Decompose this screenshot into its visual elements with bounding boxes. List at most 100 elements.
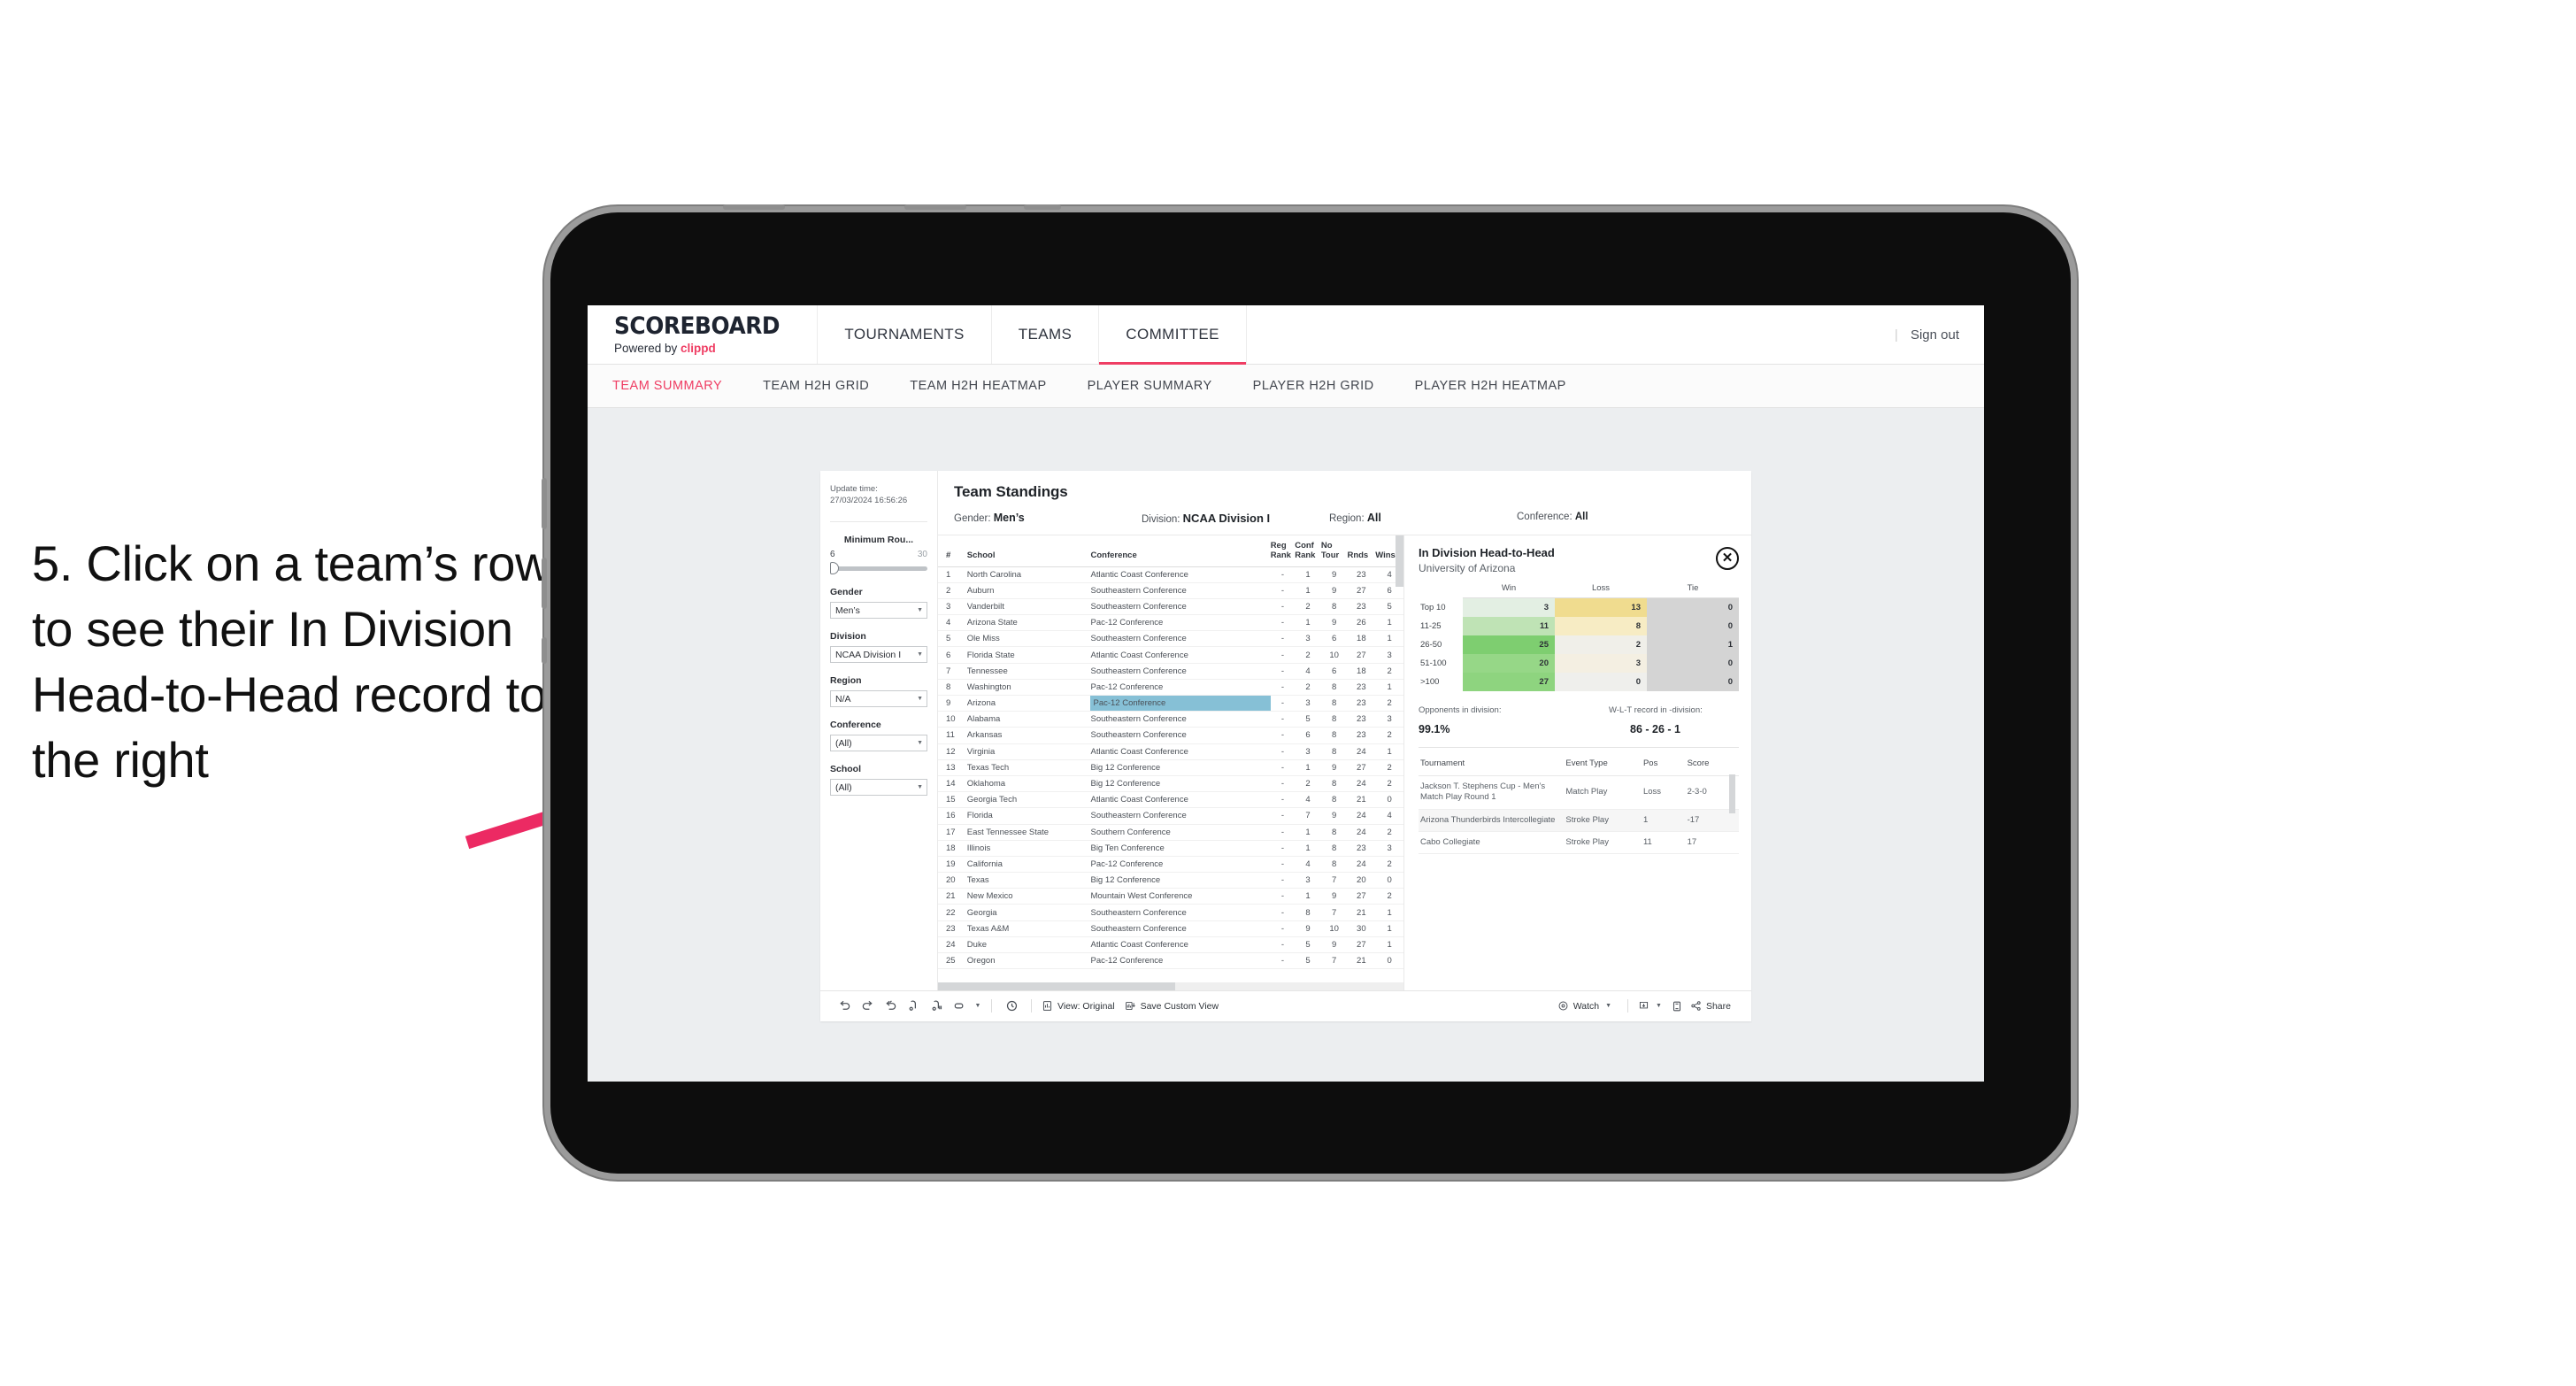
heatmap-cell[interactable]: 13 — [1555, 597, 1647, 617]
table-row[interactable]: 16 Florida Southeastern Conference -7 9 24 4 — [938, 807, 1403, 825]
heatmap-cell[interactable]: 20 — [1463, 653, 1555, 673]
standings-hscroll-thumb[interactable] — [938, 982, 1175, 990]
heatmap-cell[interactable]: 1 — [1647, 635, 1739, 654]
heatmap-cell[interactable]: 11 — [1463, 616, 1555, 635]
table-row[interactable]: 9 Arizona Pac-12 Conference -3 8 23 2 — [938, 695, 1403, 712]
revert-icon[interactable] — [879, 997, 902, 1016]
standings-cell-no-tour: 7 — [1320, 952, 1348, 970]
division-select[interactable]: NCAA Division I ▼ — [830, 646, 927, 664]
top-nav-items: TOURNAMENTS TEAMS COMMITTEE — [818, 305, 1247, 365]
nav-item-committee[interactable]: COMMITTEE — [1099, 305, 1247, 365]
table-row[interactable]: 25 Oregon Pac-12 Conference -5 7 21 0 — [938, 952, 1403, 970]
heatmap-cell[interactable]: 0 — [1555, 672, 1647, 691]
standings-horizontal-scrollbar[interactable] — [938, 982, 1403, 990]
standings-cell-conference: Big 12 Conference — [1090, 872, 1271, 889]
standings-vertical-scrollbar[interactable] — [1396, 535, 1403, 587]
standings-cell-reg-rank: - — [1270, 920, 1296, 937]
standings-cell-conf-rank: 8 — [1295, 904, 1321, 921]
table-row[interactable]: 2 Auburn Southeastern Conference -1 9 27 6 — [938, 582, 1403, 599]
standings-cell-rnds: 27 — [1347, 646, 1376, 664]
heatmap-cell[interactable]: 0 — [1647, 597, 1739, 617]
table-row[interactable]: 14 Oklahoma Big 12 Conference -2 8 24 2 — [938, 775, 1403, 793]
tab-team-h2h-grid[interactable]: TEAM H2H GRID — [763, 379, 890, 393]
tab-team-h2h-heatmap[interactable]: TEAM H2H HEATMAP — [910, 379, 1067, 393]
table-row[interactable]: 8 Washington Pac-12 Conference -2 8 23 1 — [938, 679, 1403, 697]
tab-player-summary[interactable]: PLAYER SUMMARY — [1088, 379, 1234, 393]
heatmap-cell[interactable]: 3 — [1555, 653, 1647, 673]
standings-cell-school: Florida — [966, 807, 1091, 825]
tournament-header-row: Tournament Event Type Pos Score — [1419, 751, 1739, 776]
slider-knob[interactable] — [830, 562, 839, 575]
close-icon[interactable]: ✕ — [1716, 546, 1739, 570]
view-original-button[interactable]: View: Original — [1040, 1000, 1123, 1012]
shape-dropdown-caret[interactable]: ▼ — [971, 997, 983, 1016]
nav-item-tournaments[interactable]: TOURNAMENTS — [818, 305, 992, 364]
heatmap-cell[interactable]: 0 — [1647, 672, 1739, 691]
table-row[interactable]: 11 Arkansas Southeastern Conference -6 8 23 2 — [938, 727, 1403, 744]
download-button[interactable]: ▼ — [1636, 1000, 1665, 1012]
table-row[interactable]: 15 Georgia Tech Atlantic Coast Conference -… — [938, 791, 1403, 809]
standings-cell-conf-rank: 4 — [1295, 856, 1321, 874]
brand-logo[interactable]: SCOREBOARD Powered by clippd — [588, 305, 819, 364]
conference-select[interactable]: (All) ▼ — [830, 735, 927, 752]
table-row[interactable]: 17 East Tennessee State Southern Conferenc… — [938, 824, 1403, 841]
table-row[interactable]: 22 Georgia Southeastern Conference -8 7 21 1 — [938, 904, 1403, 921]
nav-item-teams[interactable]: TEAMS — [992, 305, 1100, 364]
table-row[interactable]: 1 North Carolina Atlantic Coast Conference… — [938, 566, 1403, 583]
redo-icon[interactable] — [856, 997, 879, 1016]
standings-cell-rank: 23 — [938, 920, 967, 937]
heatmap-cell[interactable]: 0 — [1647, 653, 1739, 673]
standings-scroll-area[interactable]: # School Conference Reg Rank Conf Rank No T… — [938, 535, 1403, 982]
heatmap-cell[interactable]: 8 — [1555, 616, 1647, 635]
tab-player-h2h-heatmap[interactable]: PLAYER H2H HEATMAP — [1415, 379, 1588, 393]
tournament-vertical-scrollbar[interactable] — [1729, 774, 1735, 813]
table-row[interactable]: 13 Texas Tech Big 12 Conference -1 9 27 2 — [938, 759, 1403, 776]
fullscreen-icon[interactable] — [1665, 997, 1688, 1016]
refresh-icon[interactable] — [902, 997, 925, 1016]
table-row[interactable]: 10 Alabama Southeastern Conference -5 8 23 3 — [938, 711, 1403, 728]
list-item[interactable]: Jackson T. Stephens Cup - Men’s Match Pl… — [1419, 775, 1739, 810]
heatmap-cell[interactable]: 0 — [1647, 616, 1739, 635]
school-select[interactable]: (All) ▼ — [830, 779, 927, 797]
table-row[interactable]: 23 Texas A&M Southeastern Conference -9 10 30… — [938, 920, 1403, 937]
standings-cell-conf-rank: 4 — [1295, 791, 1321, 809]
table-row[interactable]: 7 Tennessee Southeastern Conference -4 6 18 2 — [938, 663, 1403, 680]
list-item[interactable]: Cabo Collegiate Stroke Play 11 17 — [1419, 831, 1739, 855]
heatmap-row-label: 11-25 — [1419, 616, 1463, 635]
standings-cell-school: North Carolina — [966, 566, 1091, 583]
tab-player-h2h-grid[interactable]: PLAYER H2H GRID — [1253, 379, 1396, 393]
table-row[interactable]: 3 Vanderbilt Southeastern Conference -2 8 23 5 — [938, 598, 1403, 616]
list-item[interactable]: Arizona Thunderbirds Intercollegiate Stro… — [1419, 809, 1739, 832]
table-row[interactable]: 20 Texas Big 12 Conference -3 7 20 0 — [938, 872, 1403, 889]
table-row[interactable]: 6 Florida State Atlantic Coast Conference -… — [938, 646, 1403, 664]
heatmap-cell[interactable]: 25 — [1463, 635, 1555, 654]
shape-icon[interactable] — [948, 997, 971, 1016]
min-rounds-slider[interactable] — [830, 562, 927, 575]
watch-button[interactable]: Watch ▼ — [1556, 1000, 1619, 1012]
tab-team-summary[interactable]: TEAM SUMMARY — [612, 379, 743, 393]
standings-cell-reg-rank: - — [1270, 824, 1296, 841]
heatmap-cell[interactable]: 2 — [1555, 635, 1647, 654]
gender-select[interactable]: Men’s ▼ — [830, 602, 927, 620]
heatmap-cell[interactable]: 3 — [1463, 597, 1555, 617]
sign-out-link[interactable]: Sign out — [1911, 327, 1959, 343]
table-row[interactable]: 12 Virginia Atlantic Coast Conference -3 8 24… — [938, 743, 1403, 760]
pause-auto-update-icon[interactable] — [1000, 997, 1023, 1016]
pause-icon[interactable] — [925, 997, 948, 1016]
save-custom-view-button[interactable]: Save Custom View — [1123, 1000, 1227, 1012]
share-button[interactable]: Share — [1688, 1000, 1739, 1012]
table-row[interactable]: 4 Arizona State Pac-12 Conference -1 9 26 1 — [938, 614, 1403, 632]
table-row[interactable]: 18 Illinois Big Ten Conference -1 8 23 3 — [938, 840, 1403, 857]
table-row[interactable]: 19 California Pac-12 Conference -4 8 24 2 — [938, 856, 1403, 874]
heatmap-cell[interactable]: 27 — [1463, 672, 1555, 691]
standings-cell-conf-rank: 2 — [1295, 598, 1321, 616]
table-row[interactable]: 5 Ole Miss Southeastern Conference -3 6 18 1 — [938, 630, 1403, 648]
filter-sidebar: Update time: 27/03/2024 16:56:26 Minimum… — [820, 470, 938, 990]
table-row[interactable]: 24 Duke Atlantic Coast Conference -5 9 27 1 — [938, 936, 1403, 954]
standings-cell-wins: 5 — [1375, 598, 1403, 616]
standings-cell-conf-rank: 1 — [1295, 824, 1321, 841]
undo-icon[interactable] — [833, 997, 856, 1016]
region-select[interactable]: N/A ▼ — [830, 690, 927, 708]
table-row[interactable]: 21 New Mexico Mountain West Conference -1 9 2… — [938, 888, 1403, 905]
standings-cell-rnds: 27 — [1347, 582, 1376, 599]
